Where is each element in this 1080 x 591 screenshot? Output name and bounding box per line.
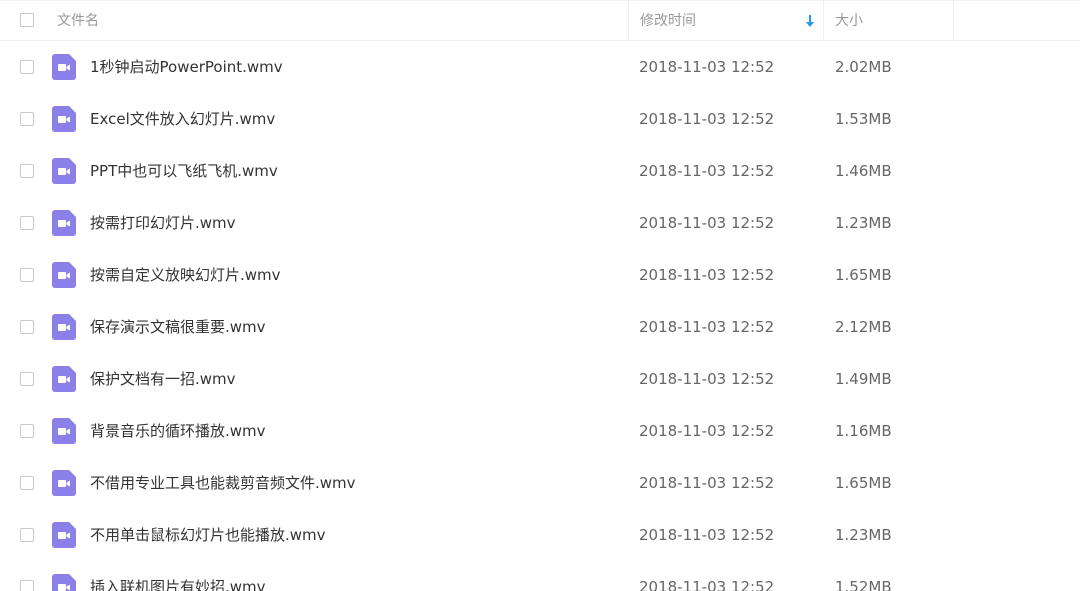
- file-name[interactable]: 按需自定义放映幻灯片.wmv: [90, 249, 281, 301]
- file-size: 1.16MB: [835, 422, 892, 440]
- file-row[interactable]: 插入联机图片有妙招.wmv 2018-11-03 12:52 1.52MB: [0, 561, 1080, 591]
- video-file-icon: [52, 314, 76, 340]
- file-row[interactable]: 1秒钟启动PowerPoint.wmv 2018-11-03 12:52 2.02M…: [0, 41, 1080, 93]
- file-row[interactable]: 保护文档有一招.wmv 2018-11-03 12:52 1.49MB: [0, 353, 1080, 405]
- video-file-icon: [52, 574, 76, 591]
- file-size: 1.53MB: [835, 110, 892, 128]
- file-name[interactable]: 插入联机图片有妙招.wmv: [90, 561, 266, 591]
- file-size: 2.02MB: [835, 58, 892, 76]
- file-row[interactable]: 按需自定义放映幻灯片.wmv 2018-11-03 12:52 1.65MB: [0, 249, 1080, 301]
- file-row[interactable]: 保存演示文稿很重要.wmv 2018-11-03 12:52 2.12MB: [0, 301, 1080, 353]
- file-modified-time: 2018-11-03 12:52: [639, 58, 775, 76]
- file-size: 1.52MB: [835, 578, 892, 591]
- row-checkbox[interactable]: [20, 216, 34, 230]
- row-checkbox[interactable]: [20, 60, 34, 74]
- file-size: 1.46MB: [835, 162, 892, 180]
- row-checkbox[interactable]: [20, 372, 34, 386]
- file-size: 1.23MB: [835, 526, 892, 544]
- file-modified-time: 2018-11-03 12:52: [639, 422, 775, 440]
- file-size: 1.65MB: [835, 474, 892, 492]
- column-header-modified-time[interactable]: 修改时间: [628, 1, 822, 41]
- video-file-icon: [52, 106, 76, 132]
- file-name[interactable]: Excel文件放入幻灯片.wmv: [90, 93, 275, 145]
- row-checkbox[interactable]: [20, 268, 34, 282]
- video-file-icon: [52, 366, 76, 392]
- file-name[interactable]: 按需打印幻灯片.wmv: [90, 197, 236, 249]
- file-modified-time: 2018-11-03 12:52: [639, 318, 775, 336]
- file-name[interactable]: PPT中也可以飞纸飞机.wmv: [90, 145, 278, 197]
- file-name[interactable]: 1秒钟启动PowerPoint.wmv: [90, 41, 283, 93]
- row-checkbox[interactable]: [20, 476, 34, 490]
- file-list-header: 文件名 修改时间 大小: [0, 0, 1080, 41]
- file-size: 1.49MB: [835, 370, 892, 388]
- file-row[interactable]: Excel文件放入幻灯片.wmv 2018-11-03 12:52 1.53MB: [0, 93, 1080, 145]
- file-row[interactable]: 不借用专业工具也能裁剪音频文件.wmv 2018-11-03 12:52 1.65M…: [0, 457, 1080, 509]
- file-size: 2.12MB: [835, 318, 892, 336]
- sort-descending-icon[interactable]: [804, 13, 816, 29]
- file-name[interactable]: 背景音乐的循环播放.wmv: [90, 405, 266, 457]
- file-list: 文件名 修改时间 大小 1秒钟启动PowerPoint.wmv 2018-11-0…: [0, 0, 1080, 591]
- video-file-icon: [52, 522, 76, 548]
- video-file-icon: [52, 470, 76, 496]
- file-name[interactable]: 不借用专业工具也能裁剪音频文件.wmv: [90, 457, 356, 509]
- file-size: 1.65MB: [835, 266, 892, 284]
- file-row[interactable]: 按需打印幻灯片.wmv 2018-11-03 12:52 1.23MB: [0, 197, 1080, 249]
- row-checkbox[interactable]: [20, 528, 34, 542]
- video-file-icon: [52, 262, 76, 288]
- file-row[interactable]: PPT中也可以飞纸飞机.wmv 2018-11-03 12:52 1.46MB: [0, 145, 1080, 197]
- file-modified-time: 2018-11-03 12:52: [639, 370, 775, 388]
- file-modified-time: 2018-11-03 12:52: [639, 578, 775, 591]
- file-row[interactable]: 背景音乐的循环播放.wmv 2018-11-03 12:52 1.16MB: [0, 405, 1080, 457]
- file-modified-time: 2018-11-03 12:52: [639, 474, 775, 492]
- file-modified-time: 2018-11-03 12:52: [639, 110, 775, 128]
- video-file-icon: [52, 418, 76, 444]
- file-modified-time: 2018-11-03 12:52: [639, 526, 775, 544]
- video-file-icon: [52, 54, 76, 80]
- file-name[interactable]: 保存演示文稿很重要.wmv: [90, 301, 266, 353]
- row-checkbox[interactable]: [20, 320, 34, 334]
- file-size: 1.23MB: [835, 214, 892, 232]
- video-file-icon: [52, 210, 76, 236]
- row-checkbox[interactable]: [20, 580, 34, 591]
- select-all-checkbox[interactable]: [20, 13, 34, 27]
- file-rows: 1秒钟启动PowerPoint.wmv 2018-11-03 12:52 2.02M…: [0, 41, 1080, 591]
- column-header-name[interactable]: 文件名: [57, 1, 627, 41]
- row-checkbox[interactable]: [20, 164, 34, 178]
- file-name[interactable]: 不用单击鼠标幻灯片也能播放.wmv: [90, 509, 326, 561]
- file-modified-time: 2018-11-03 12:52: [639, 162, 775, 180]
- file-name[interactable]: 保护文档有一招.wmv: [90, 353, 236, 405]
- column-header-size[interactable]: 大小: [823, 1, 954, 41]
- file-modified-time: 2018-11-03 12:52: [639, 214, 775, 232]
- file-row[interactable]: 不用单击鼠标幻灯片也能播放.wmv 2018-11-03 12:52 1.23MB: [0, 509, 1080, 561]
- row-checkbox[interactable]: [20, 424, 34, 438]
- file-modified-time: 2018-11-03 12:52: [639, 266, 775, 284]
- row-checkbox[interactable]: [20, 112, 34, 126]
- video-file-icon: [52, 158, 76, 184]
